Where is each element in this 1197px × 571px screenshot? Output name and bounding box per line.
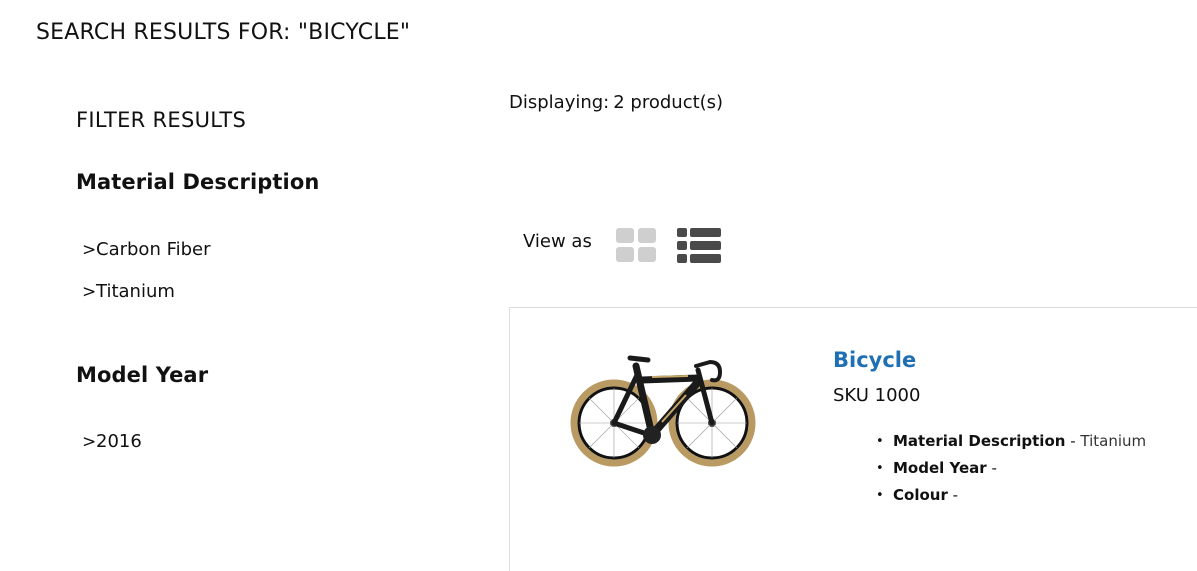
bicycle-image[interactable] <box>570 348 760 473</box>
displaying-label: Displaying: <box>509 92 610 113</box>
list-view-icon[interactable] <box>677 228 721 263</box>
facet-title-material-description: Material Description <box>76 170 320 194</box>
filter-results-heading: FILTER RESULTS <box>76 108 247 132</box>
attribute-value: Titanium <box>1080 432 1147 450</box>
chevron-right-icon: > <box>82 240 97 260</box>
facet-option-titanium[interactable]: >Titanium <box>82 271 211 313</box>
attribute-name: Colour <box>893 486 948 504</box>
search-results-page: SEARCH RESULTS FOR: "BICYCLE" FILTER RES… <box>0 0 1197 571</box>
attribute-model-year: Model Year - <box>876 455 1146 482</box>
facet-option-label: 2016 <box>96 431 142 452</box>
facet-option-carbon-fiber[interactable]: >Carbon Fiber <box>82 229 211 271</box>
facet-list-model-year: >2016 <box>82 421 142 463</box>
facet-option-2016[interactable]: >2016 <box>82 421 142 463</box>
displaying-count: 2 product(s) <box>613 92 724 113</box>
attribute-separator: - <box>986 459 997 477</box>
facet-title-model-year: Model Year <box>76 363 209 387</box>
product-sku: SKU 1000 <box>833 385 921 406</box>
facet-option-label: Carbon Fiber <box>96 239 211 260</box>
page-title: SEARCH RESULTS FOR: "BICYCLE" <box>36 20 411 45</box>
product-card: Bicycle SKU 1000 Material Description - … <box>509 307 1197 571</box>
attribute-separator: - <box>1065 432 1081 450</box>
facet-option-label: Titanium <box>96 281 175 302</box>
chevron-right-icon: > <box>82 432 97 452</box>
chevron-right-icon: > <box>82 282 97 302</box>
facet-list-material-description: >Carbon Fiber >Titanium <box>82 229 211 313</box>
attribute-name: Material Description <box>893 432 1066 450</box>
attribute-material-description: Material Description - Titanium <box>876 428 1146 455</box>
product-attribute-list: Material Description - Titanium Model Ye… <box>876 428 1146 509</box>
results-count: Displaying: 2 product(s) <box>509 92 723 113</box>
attribute-colour: Colour - <box>876 482 1146 509</box>
attribute-name: Model Year <box>893 459 987 477</box>
product-name-link[interactable]: Bicycle <box>833 348 916 372</box>
grid-view-icon[interactable] <box>616 228 658 263</box>
attribute-separator: - <box>947 486 959 504</box>
view-as-label: View as <box>523 231 592 252</box>
